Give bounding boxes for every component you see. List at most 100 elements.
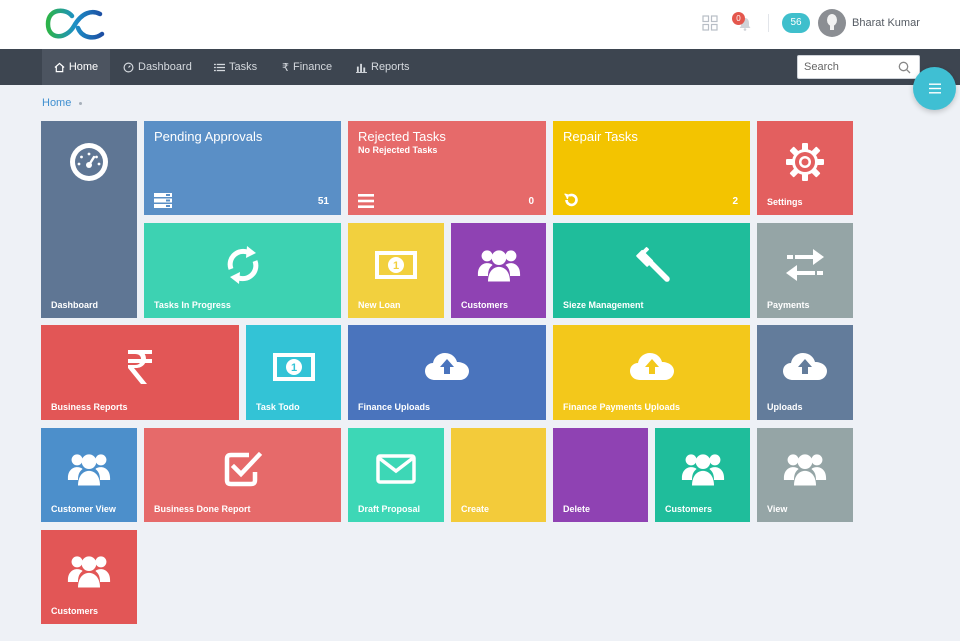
svg-text:1: 1 bbox=[290, 362, 296, 374]
users-icon bbox=[67, 552, 111, 590]
cloud-upload-icon bbox=[425, 352, 469, 382]
message-count-badge[interactable]: 56 bbox=[782, 13, 810, 33]
tile-rejected-tasks-subtitle: No Rejected Tasks bbox=[358, 145, 438, 155]
tile-pending-approvals-title: Pending Approvals bbox=[154, 129, 263, 144]
server-icon bbox=[154, 193, 172, 208]
svg-text:1: 1 bbox=[393, 260, 399, 272]
nav-finance[interactable]: ₹ Finance bbox=[282, 49, 332, 85]
tile-view[interactable]: View bbox=[757, 428, 853, 522]
money-icon: 1 bbox=[374, 250, 418, 280]
menu-fab-button[interactable] bbox=[913, 67, 956, 110]
breadcrumb-home[interactable]: Home bbox=[42, 97, 71, 109]
nav-tasks-label: Tasks bbox=[229, 61, 258, 73]
search-icon[interactable] bbox=[898, 61, 911, 74]
nav-tasks[interactable]: Tasks bbox=[214, 49, 257, 85]
gear-icon bbox=[785, 142, 825, 182]
tile-task-todo-label: Task Todo bbox=[256, 402, 300, 412]
tile-view-label: View bbox=[767, 504, 788, 514]
tile-customers-3-label: Customers bbox=[51, 606, 99, 616]
breadcrumb: Home bbox=[42, 97, 83, 109]
tile-create[interactable]: Create bbox=[451, 428, 546, 522]
tile-create-label: Create bbox=[461, 504, 490, 514]
tile-pending-approvals[interactable]: Pending Approvals 51 bbox=[144, 121, 341, 215]
users-icon bbox=[783, 450, 827, 488]
tile-business-reports[interactable]: Business Reports bbox=[41, 325, 239, 420]
tile-repair-tasks-title: Repair Tasks bbox=[563, 129, 638, 144]
search-box bbox=[797, 55, 920, 79]
rupee-icon: ₹ bbox=[282, 61, 289, 74]
gavel-icon bbox=[631, 244, 673, 286]
tile-tasks-in-progress[interactable]: Tasks In Progress bbox=[144, 223, 341, 318]
avatar[interactable] bbox=[818, 9, 846, 37]
tile-customers-2[interactable]: Customers bbox=[655, 428, 750, 522]
tile-draft-proposal[interactable]: Draft Proposal bbox=[348, 428, 444, 522]
tile-customers-3[interactable]: Customers bbox=[41, 530, 137, 624]
tile-settings-label: Settings bbox=[767, 197, 803, 207]
tile-new-loan[interactable]: 1 New Loan bbox=[348, 223, 444, 318]
notification-count-badge: 0 bbox=[732, 12, 745, 25]
tile-rejected-tasks[interactable]: Rejected Tasks No Rejected Tasks 0 bbox=[348, 121, 546, 215]
tile-delete-label: Delete bbox=[563, 504, 591, 514]
tile-sieze-management[interactable]: Sieze Management bbox=[553, 223, 750, 318]
tile-business-reports-label: Business Reports bbox=[51, 402, 128, 412]
breadcrumb-separator bbox=[79, 101, 83, 105]
tile-business-done-report-label: Business Done Report bbox=[154, 504, 251, 514]
tile-dashboard-label: Dashboard bbox=[51, 300, 99, 310]
tile-customers-2-label: Customers bbox=[665, 504, 713, 514]
list-icon bbox=[214, 62, 225, 73]
tile-delete[interactable]: Delete bbox=[553, 428, 648, 522]
nav-home-label: Home bbox=[68, 61, 99, 73]
tile-rejected-tasks-count: 0 bbox=[528, 196, 534, 207]
app-logo[interactable] bbox=[44, 6, 110, 42]
users-icon bbox=[67, 450, 111, 488]
nav-dashboard[interactable]: Dashboard bbox=[123, 49, 192, 85]
top-bar: 0 56 Bharat Kumar bbox=[0, 0, 960, 49]
tile-repair-tasks[interactable]: Repair Tasks 2 bbox=[553, 121, 750, 215]
users-icon bbox=[477, 246, 521, 284]
nav-reports[interactable]: Reports bbox=[356, 49, 410, 85]
exchange-icon bbox=[785, 248, 825, 282]
refresh-icon bbox=[223, 243, 263, 287]
home-icon bbox=[54, 62, 65, 73]
check-square-icon bbox=[223, 450, 263, 488]
tile-repair-tasks-count: 2 bbox=[732, 196, 738, 207]
cloud-upload-icon bbox=[783, 352, 827, 382]
rupee-icon bbox=[127, 349, 153, 385]
tile-finance-uploads[interactable]: Finance Uploads bbox=[348, 325, 546, 420]
tile-tasks-in-progress-label: Tasks In Progress bbox=[154, 300, 231, 310]
gauge-icon bbox=[123, 62, 134, 73]
search-input[interactable] bbox=[804, 59, 894, 75]
tile-uploads-label: Uploads bbox=[767, 402, 803, 412]
notifications[interactable]: 0 bbox=[732, 12, 756, 34]
divider bbox=[768, 14, 769, 32]
bars-icon bbox=[358, 194, 374, 208]
tile-settings[interactable]: Settings bbox=[757, 121, 853, 215]
tile-business-done-report[interactable]: Business Done Report bbox=[144, 428, 341, 522]
apps-grid-icon[interactable] bbox=[702, 15, 718, 31]
tile-payments-label: Payments bbox=[767, 300, 810, 310]
nav-home[interactable]: Home bbox=[42, 49, 110, 85]
tile-dashboard[interactable]: Dashboard bbox=[41, 121, 137, 318]
tile-customers-1-label: Customers bbox=[461, 300, 509, 310]
user-name[interactable]: Bharat Kumar bbox=[852, 17, 920, 29]
tile-customer-view-label: Customer View bbox=[51, 504, 116, 514]
money-icon: 1 bbox=[272, 352, 316, 382]
tile-task-todo[interactable]: 1 Task Todo bbox=[246, 325, 341, 420]
hamburger-icon bbox=[928, 83, 941, 94]
tile-uploads[interactable]: Uploads bbox=[757, 325, 853, 420]
cloud-upload-icon bbox=[630, 352, 674, 382]
tile-pending-approvals-count: 51 bbox=[317, 196, 329, 207]
speedometer-icon bbox=[69, 142, 109, 182]
tile-rejected-tasks-title: Rejected Tasks bbox=[358, 129, 446, 144]
nav-dashboard-label: Dashboard bbox=[138, 61, 192, 73]
envelope-icon bbox=[376, 454, 416, 485]
users-icon bbox=[681, 450, 725, 488]
tile-customers-1[interactable]: Customers bbox=[451, 223, 546, 318]
tile-finance-payments-uploads[interactable]: Finance Payments Uploads bbox=[553, 325, 750, 420]
tile-payments[interactable]: Payments bbox=[757, 223, 853, 318]
nav-reports-label: Reports bbox=[371, 61, 410, 73]
tile-customer-view[interactable]: Customer View bbox=[41, 428, 137, 522]
bar-chart-icon bbox=[356, 62, 367, 73]
tile-draft-proposal-label: Draft Proposal bbox=[358, 504, 421, 514]
tile-new-loan-label: New Loan bbox=[358, 300, 401, 310]
